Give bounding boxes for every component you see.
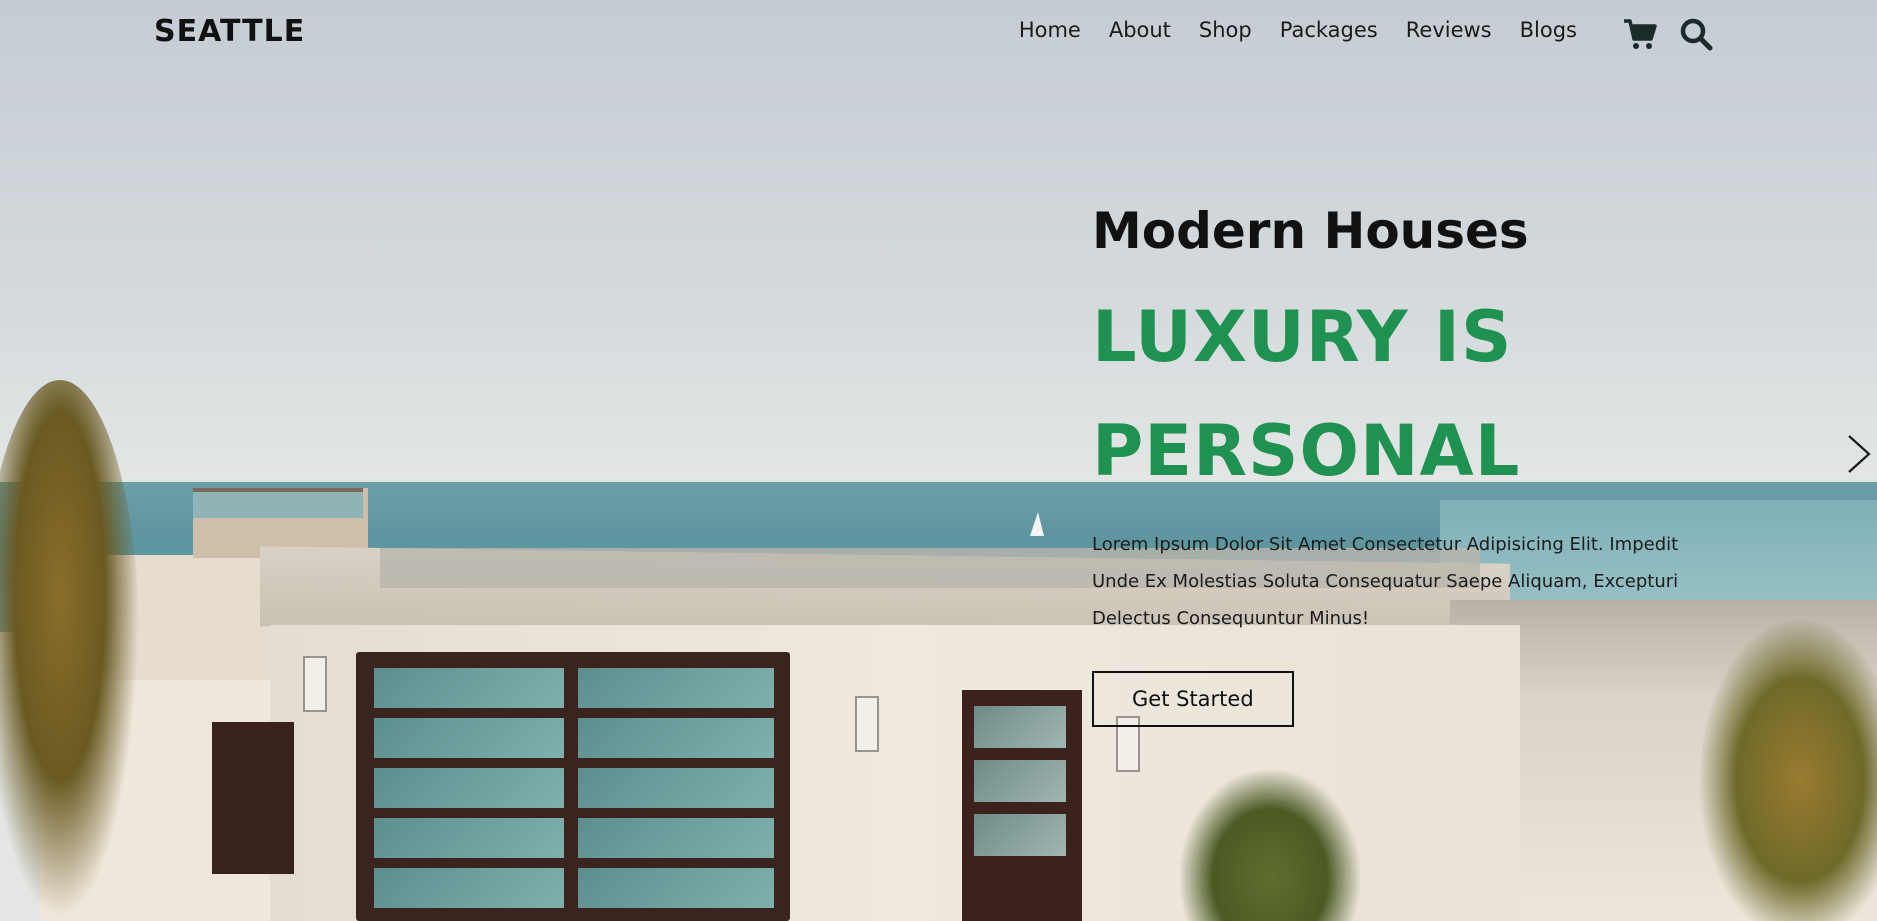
site-logo[interactable]: SEATTLE (154, 14, 305, 49)
hero-section: SEATTLE Home About Shop Packages Reviews… (0, 0, 1877, 921)
site-header: SEATTLE Home About Shop Packages Reviews… (0, 0, 1877, 68)
garage-pane (578, 718, 774, 758)
get-started-button[interactable]: Get Started (1092, 671, 1294, 727)
nav-link-reviews[interactable]: Reviews (1406, 18, 1492, 42)
hero-title-line-1: LUXURY IS (1092, 296, 1513, 378)
hero-title-line-2: PERSONAL (1092, 410, 1521, 492)
main-nav: Home About Shop Packages Reviews Blogs (1019, 18, 1577, 42)
garage-pane (578, 868, 774, 908)
nav-link-home[interactable]: Home (1019, 18, 1081, 42)
garage-pane (374, 718, 564, 758)
plant-left-image (0, 380, 140, 920)
chevron-right-icon[interactable] (1843, 432, 1873, 476)
garage-pane (578, 668, 774, 708)
gate-image (212, 722, 294, 874)
wall-lamp-image (855, 696, 879, 752)
garage-pane (374, 668, 564, 708)
front-door-image (962, 690, 1082, 921)
chimney-top-image (193, 488, 363, 518)
door-pane (974, 706, 1066, 748)
nav-link-packages[interactable]: Packages (1280, 18, 1378, 42)
garage-door-image (356, 652, 790, 921)
door-pane (974, 760, 1066, 802)
garage-pane (374, 868, 564, 908)
sailboat-image (1030, 512, 1044, 536)
hero-content: Modern Houses LUXURY IS PERSONAL Lorem I… (1092, 200, 1732, 727)
hero-subtitle: Modern Houses (1092, 202, 1529, 260)
wall-lamp-image (303, 656, 327, 712)
nav-link-about[interactable]: About (1109, 18, 1171, 42)
hero-title: LUXURY IS PERSONAL (1092, 280, 1732, 508)
header-icons (1622, 16, 1714, 52)
garage-pane (578, 768, 774, 808)
hero-description: Lorem Ipsum Dolor Sit Amet Consectetur A… (1092, 534, 1679, 629)
shopping-cart-icon[interactable] (1622, 16, 1658, 52)
door-pane (974, 814, 1066, 856)
garage-pane (374, 818, 564, 858)
garage-pane (374, 768, 564, 808)
garage-pane (578, 818, 774, 858)
nav-link-blogs[interactable]: Blogs (1520, 18, 1577, 42)
nav-link-shop[interactable]: Shop (1199, 18, 1252, 42)
search-icon[interactable] (1678, 16, 1714, 52)
